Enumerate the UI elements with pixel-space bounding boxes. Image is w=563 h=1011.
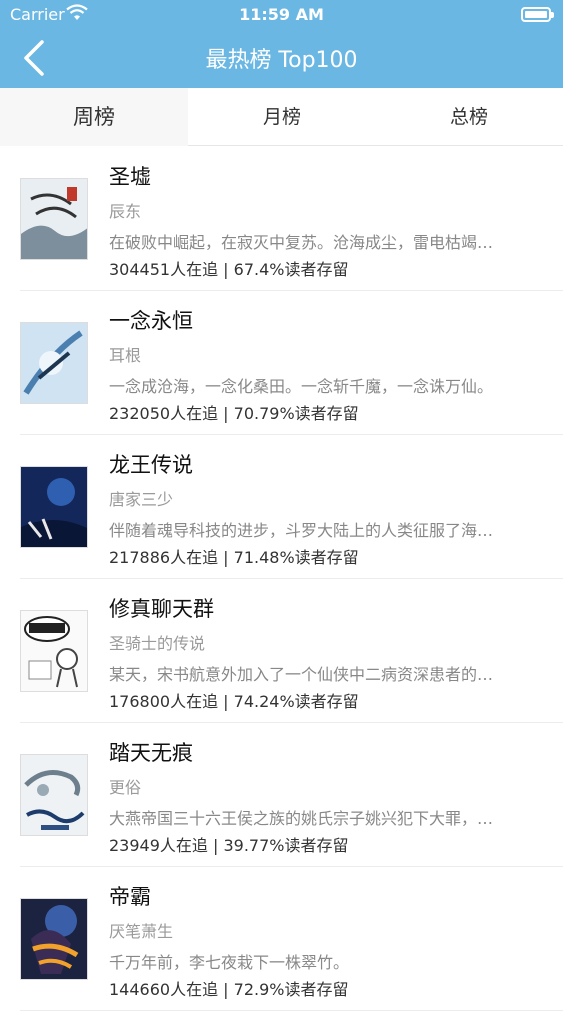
book-title: 踏天无痕 [109, 741, 193, 765]
book-description: 一念成沧海，一念化桑田。一念斩千魔，一念诛万仙。 [109, 377, 494, 396]
book-title: 修真聊天群 [109, 597, 214, 621]
list-item[interactable]: 圣墟 辰东 在破败中崛起，在寂灭中复苏。沧海成尘，雷电枯竭… 304451人在追… [0, 147, 563, 291]
tab-total[interactable]: 总榜 [375, 88, 563, 146]
book-author: 耳根 [109, 346, 142, 365]
nav-bar: 最热榜 Top100 [0, 30, 563, 88]
ranking-tabs: 周榜 月榜 总榜 [0, 88, 563, 146]
book-description: 大燕帝国三十六王侯之族的姚氏宗子姚兴犯下大罪，… [109, 809, 494, 828]
book-description: 千万年前，李七夜栽下一株翠竹。 [109, 953, 350, 972]
book-cover [20, 610, 88, 692]
header-bar: Carrier 11:59 AM 最热榜 Top100 [0, 0, 563, 88]
book-author: 辰东 [109, 202, 142, 221]
book-stats: 176800人在追 | 74.24%读者存留 [109, 692, 359, 711]
book-stats: 217886人在追 | 71.48%读者存留 [109, 548, 359, 567]
book-description: 某天，宋书航意外加入了一个仙侠中二病资深患者的… [109, 665, 494, 684]
book-cover [20, 178, 88, 260]
book-description: 在破败中崛起，在寂灭中复苏。沧海成尘，雷电枯竭… [109, 233, 494, 252]
book-title: 一念永恒 [109, 309, 193, 333]
book-author: 唐家三少 [109, 490, 174, 509]
book-author: 厌笔萧生 [109, 922, 174, 941]
book-list: 圣墟 辰东 在破败中崛起，在寂灭中复苏。沧海成尘，雷电枯竭… 304451人在追… [0, 147, 563, 1011]
book-stats: 232050人在追 | 70.79%读者存留 [109, 404, 359, 423]
status-bar: Carrier 11:59 AM [0, 0, 563, 30]
status-time: 11:59 AM [239, 5, 324, 24]
book-stats: 144660人在追 | 72.9%读者存留 [109, 980, 349, 999]
tab-weekly[interactable]: 周榜 [0, 88, 188, 146]
book-stats: 23949人在追 | 39.77%读者存留 [109, 836, 349, 855]
book-description: 伴随着魂导科技的进步，斗罗大陆上的人类征服了海… [109, 521, 494, 540]
book-author: 更俗 [109, 778, 142, 797]
book-cover [20, 466, 88, 548]
book-title: 帝霸 [109, 885, 151, 909]
battery-icon [521, 7, 554, 22]
list-item[interactable]: 龙王传说 唐家三少 伴随着魂导科技的进步，斗罗大陆上的人类征服了海… 21788… [0, 435, 563, 579]
book-cover [20, 754, 88, 836]
tab-monthly[interactable]: 月榜 [188, 88, 376, 146]
book-title: 龙王传说 [109, 453, 193, 477]
page-title: 最热榜 Top100 [205, 48, 358, 73]
book-stats: 304451人在追 | 67.4%读者存留 [109, 260, 349, 279]
list-item[interactable]: 帝霸 厌笔萧生 千万年前，李七夜栽下一株翠竹。 144660人在追 | 72.9… [0, 867, 563, 1011]
book-author: 圣骑士的传说 [109, 634, 206, 653]
list-item[interactable]: 修真聊天群 圣骑士的传说 某天，宋书航意外加入了一个仙侠中二病资深患者的… 17… [0, 579, 563, 723]
book-title: 圣墟 [109, 165, 151, 189]
book-cover [20, 898, 88, 980]
list-item[interactable]: 一念永恒 耳根 一念成沧海，一念化桑田。一念斩千魔，一念诛万仙。 232050人… [0, 291, 563, 435]
list-item[interactable]: 踏天无痕 更俗 大燕帝国三十六王侯之族的姚氏宗子姚兴犯下大罪，… 23949人在… [0, 723, 563, 867]
book-cover [20, 322, 88, 404]
